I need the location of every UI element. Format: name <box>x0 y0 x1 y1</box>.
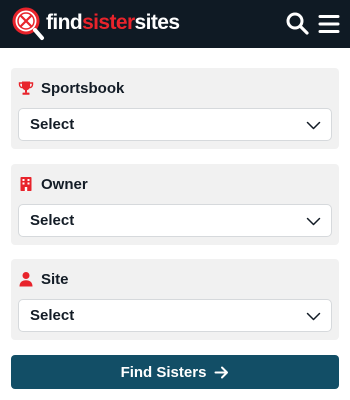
owner-filter-card: Owner Select <box>11 164 339 245</box>
brand-part-sites: sites <box>134 11 180 34</box>
site-select[interactable]: Select <box>18 299 332 332</box>
user-icon <box>19 272 33 287</box>
find-sisters-label: Find Sisters <box>120 363 207 381</box>
owner-select-value: Select <box>30 212 75 229</box>
chevron-down-icon <box>306 312 321 321</box>
sportsbook-select[interactable]: Select <box>18 108 332 141</box>
brand-part-sister: sister <box>82 11 135 34</box>
hamburger-menu-icon[interactable] <box>318 13 340 35</box>
owner-label-row: Owner <box>18 173 88 195</box>
chevron-down-icon <box>306 121 321 130</box>
brand-part-find: find <box>46 11 83 34</box>
site-filter-card: Site Select <box>11 259 339 340</box>
owner-select[interactable]: Select <box>18 204 332 237</box>
site-label: Site <box>41 270 69 288</box>
arrow-right-icon <box>214 366 229 378</box>
site-select-value: Select <box>30 307 75 324</box>
search-icon[interactable] <box>285 11 309 35</box>
site-label-row: Site <box>18 268 69 290</box>
sportsbook-select-value: Select <box>30 116 75 133</box>
building-icon <box>20 177 32 191</box>
sportsbook-filter-card: Sportsbook Select <box>11 68 339 149</box>
sportsbook-label: Sportsbook <box>41 79 125 97</box>
sportsbook-label-row: Sportsbook <box>18 77 124 99</box>
top-header: findsistersites <box>0 0 350 48</box>
owner-label: Owner <box>41 175 88 193</box>
trophy-icon <box>18 81 34 95</box>
brand-wordmark[interactable]: findsistersites <box>46 10 180 36</box>
logo-magnifier-icon[interactable] <box>11 6 45 44</box>
find-sisters-button[interactable]: Find Sisters <box>11 355 339 389</box>
chevron-down-icon <box>306 217 321 226</box>
